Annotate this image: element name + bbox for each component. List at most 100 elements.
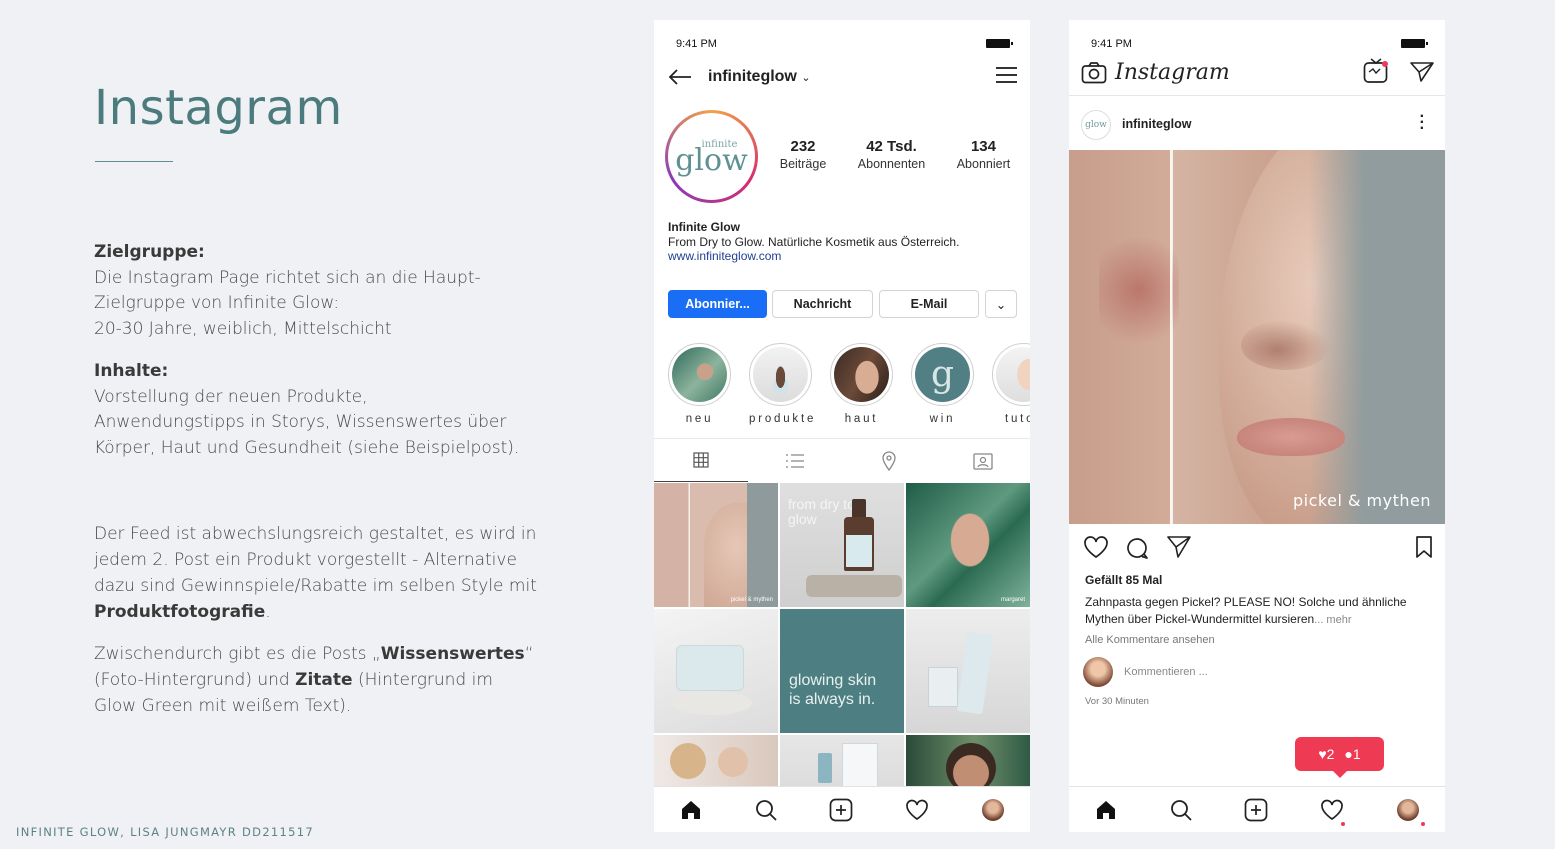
inhalte-line: Vorstellung der neuen Produkte, xyxy=(94,386,368,407)
bio-link[interactable]: www.infiniteglow.com xyxy=(668,249,959,264)
highlight-haut[interactable]: haut xyxy=(830,343,893,425)
comment-input[interactable]: Kommentieren ... xyxy=(1124,666,1208,678)
status-time: 9:41 PM xyxy=(1091,38,1132,50)
add-post-icon[interactable] xyxy=(829,798,853,822)
highlight-image: g xyxy=(915,347,970,402)
stat-number: 232 xyxy=(790,138,816,155)
posts-bold-zitate: Zitate xyxy=(295,670,353,690)
post-actions xyxy=(1083,535,1433,559)
feed-header: Instagram xyxy=(1069,58,1445,96)
slide-title: Instagram xyxy=(94,80,343,136)
add-post-icon[interactable] xyxy=(1244,798,1268,822)
highlight-produkte[interactable]: produkte xyxy=(749,343,813,425)
tagged-person-icon xyxy=(973,452,993,470)
stat-posts[interactable]: 232 Beiträge xyxy=(780,138,827,171)
bookmark-icon[interactable] xyxy=(1415,535,1433,559)
camera-icon[interactable] xyxy=(1081,62,1107,84)
message-button[interactable]: Nachricht xyxy=(772,290,873,318)
posts-text-a: Zwischendurch gibt es die Posts „ xyxy=(94,644,381,664)
feed-end: . xyxy=(265,602,271,622)
location-pin-icon xyxy=(882,450,896,471)
notif-likes: ♥2 xyxy=(1318,746,1334,762)
tab-location[interactable] xyxy=(842,439,936,482)
avatar-logo-big: glow xyxy=(675,143,748,178)
stat-following[interactable]: 134 Abonniert xyxy=(957,138,1011,171)
post-username[interactable]: infiniteglow xyxy=(1122,117,1191,131)
grid-post[interactable]: from dry to glow xyxy=(780,483,904,607)
grid-post[interactable] xyxy=(654,609,778,733)
igtv-icon[interactable] xyxy=(1363,58,1389,84)
home-icon[interactable] xyxy=(680,800,702,820)
status-time: 9:41 PM xyxy=(676,38,717,50)
feed-paragraph: Der Feed ist abwechslungsreich gestaltet… xyxy=(94,521,549,625)
section-inhalte: Inhalte: Vorstellung der neuen Produkte,… xyxy=(94,359,564,461)
more-link[interactable]: ... mehr xyxy=(1314,614,1351,626)
highlight-label: win xyxy=(929,413,956,425)
comment-row: Kommentieren ... xyxy=(1083,657,1423,689)
stat-label: Abonnenten xyxy=(857,157,926,171)
post-image[interactable]: pickel & mythen xyxy=(1069,150,1445,524)
grid-quote-line: glowing skin xyxy=(789,672,877,689)
heart-icon: ♥ xyxy=(1318,746,1327,762)
post-caption: Zahnpasta gegen Pickel? PLEASE NO! Solch… xyxy=(1085,594,1430,629)
list-icon xyxy=(786,453,804,468)
bottom-nav xyxy=(654,786,1030,832)
tab-grid[interactable] xyxy=(654,439,748,482)
search-icon[interactable] xyxy=(1170,799,1192,821)
share-icon[interactable] xyxy=(1167,536,1191,558)
heart-icon[interactable] xyxy=(1320,799,1344,821)
feed-text: Der Feed ist abwechslungsreich gestaltet… xyxy=(94,524,537,596)
suggestions-chevron-button[interactable]: ⌄ xyxy=(985,290,1017,318)
inhalte-heading: Inhalte: xyxy=(94,361,169,381)
grid-post[interactable]: glowing skin is always in. xyxy=(780,609,904,733)
grid-quote: glowing skin is always in. xyxy=(789,671,876,709)
chevron-down-icon: ⌄ xyxy=(801,72,811,84)
highlight-tutor[interactable]: tutor xyxy=(992,343,1030,425)
hamburger-menu-icon[interactable] xyxy=(996,67,1017,83)
search-icon[interactable] xyxy=(755,799,777,821)
chevron-down-icon: ⌄ xyxy=(995,297,1007,312)
heart-icon[interactable] xyxy=(905,799,929,821)
grid-post[interactable]: margaret xyxy=(906,483,1030,607)
profile-avatar[interactable]: infinite glow xyxy=(665,110,758,203)
profile-bio: Infinite Glow From Dry to Glow. Natürlic… xyxy=(668,220,959,264)
back-arrow-icon[interactable] xyxy=(668,68,692,86)
grid-post-caption: margaret xyxy=(1000,597,1025,603)
zielgruppe-line: Zielgruppe von Infinite Glow: xyxy=(94,293,340,313)
section-zielgruppe: Zielgruppe: Die Instagram Page richtet s… xyxy=(94,240,564,342)
email-button[interactable]: E-Mail xyxy=(879,290,979,318)
view-all-comments-link[interactable]: Alle Kommentare ansehen xyxy=(1085,634,1215,646)
post-avatar[interactable]: glow xyxy=(1081,110,1111,140)
more-options-icon[interactable]: · · · xyxy=(1420,109,1425,137)
like-heart-icon[interactable] xyxy=(1083,535,1109,559)
home-icon[interactable] xyxy=(1095,800,1117,820)
follow-button[interactable]: Abonnier... xyxy=(668,290,767,318)
tab-tagged[interactable] xyxy=(936,439,1030,482)
grid-post[interactable]: pickel & mythen xyxy=(654,483,778,607)
profile-stats: 232 Beiträge 42 Tsd. Abonnenten 134 Abon… xyxy=(764,138,1026,171)
highlight-win[interactable]: g win xyxy=(911,343,974,425)
profile-avatar-icon[interactable] xyxy=(981,798,1004,821)
post-grid: pickel & mythen from dry to glow margare… xyxy=(654,483,1030,832)
activity-notification-bubble[interactable]: ♥2 ●1 xyxy=(1295,737,1384,778)
comment-icon[interactable] xyxy=(1125,536,1149,560)
stat-followers[interactable]: 42 Tsd. Abonnenten xyxy=(858,138,925,171)
direct-message-icon[interactable] xyxy=(1410,62,1434,82)
grid-post[interactable] xyxy=(906,609,1030,733)
feed-bold: Produktfotografie xyxy=(94,602,266,622)
highlight-image xyxy=(672,347,727,402)
tab-list[interactable] xyxy=(748,439,842,482)
notif-likes-count: 2 xyxy=(1326,746,1335,762)
likes-count[interactable]: Gefällt 85 Mal xyxy=(1085,573,1162,587)
stat-label: Abonniert xyxy=(956,157,1011,171)
highlight-image xyxy=(996,347,1030,402)
profile-avatar-icon[interactable] xyxy=(1396,798,1419,821)
image-caption: pickel & mythen xyxy=(1293,491,1431,510)
zielgruppe-line: 20-30 Jahre, weiblich, Mittelschicht xyxy=(94,318,392,339)
zielgruppe-line: Die Instagram Page richtet sich an die H… xyxy=(94,267,481,288)
battery-icon xyxy=(986,39,1013,48)
profile-username[interactable]: infiniteglow ⌄ xyxy=(708,68,811,86)
highlight-neu[interactable]: neu xyxy=(668,343,731,425)
post-header: glow infiniteglow · · · xyxy=(1069,106,1445,150)
posts-bold-wissenswertes: Wissenswertes xyxy=(380,644,525,664)
